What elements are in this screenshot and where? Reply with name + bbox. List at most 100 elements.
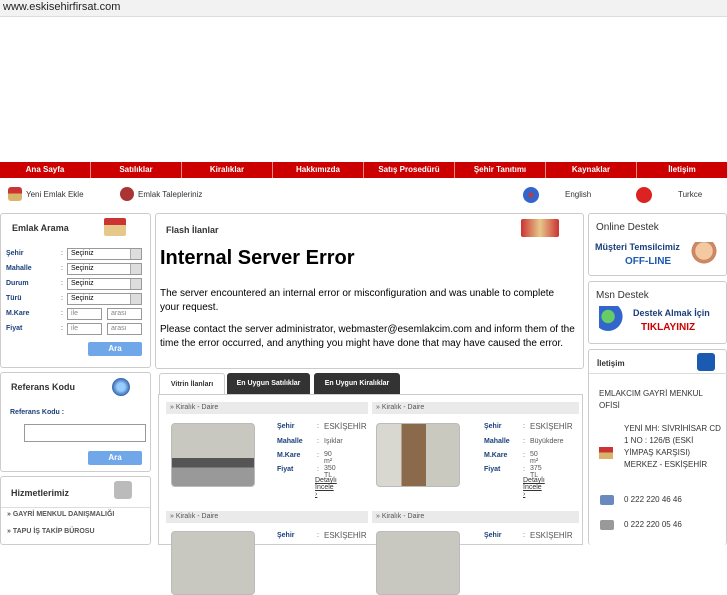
- msn-line1: Destek Almak İçin: [633, 308, 710, 318]
- sqm-max-input[interactable]: arası: [107, 308, 142, 320]
- detail-link[interactable]: Detaylı İncele ›: [523, 477, 545, 498]
- phone-icon: [600, 495, 614, 505]
- nav-contact[interactable]: İletişim: [637, 162, 727, 178]
- price-min-input[interactable]: ile: [67, 323, 102, 335]
- msn-cta: TIKLAYINIZ: [641, 322, 696, 333]
- field-label: Şehir: [484, 423, 502, 430]
- fax-number: 0 222 220 05 46: [624, 520, 682, 529]
- contact-panel: İletişim EMLAKCIM GAYRİ MENKUL OFİSİ YEN…: [588, 349, 727, 545]
- error-title: Internal Server Error: [160, 247, 355, 269]
- listing-photo[interactable]: [171, 531, 255, 595]
- msn-icon: [599, 306, 625, 336]
- reference-search-button[interactable]: Ara: [88, 451, 142, 465]
- online-support-panel[interactable]: Online Destek Müşteri Temsilcimiz OFF-LI…: [588, 213, 727, 276]
- new-listing-link[interactable]: Yeni Emlak Ekle: [8, 187, 84, 201]
- turkish-link[interactable]: [636, 187, 652, 203]
- field-label: Şehir: [277, 532, 295, 539]
- house-icon: [599, 447, 613, 459]
- listing-header: » Kiralık - Daire: [166, 511, 368, 523]
- detail-label: Detaylı İncele: [523, 477, 545, 491]
- main-nav: Ana Sayfa Satılıklar Kiralıklar Hakkımız…: [0, 162, 727, 178]
- msn-support-title: Msn Destek: [596, 290, 649, 301]
- listing-type: Kiralık - Daire: [381, 404, 425, 411]
- nav-sale[interactable]: Satılıklar: [91, 162, 182, 178]
- city-value: ESKİŞEHİR: [530, 531, 573, 540]
- sqm-value: 90 m²: [324, 451, 333, 465]
- uk-flag-icon: [523, 187, 539, 203]
- nav-resources[interactable]: Kaynaklar: [546, 162, 637, 178]
- colon: :: [523, 452, 525, 459]
- district-value: Büyükdere: [530, 438, 564, 445]
- online-status: OFF-LINE: [625, 256, 672, 267]
- search-title: Emlak Arama: [12, 223, 69, 233]
- price-max-input[interactable]: arası: [107, 323, 142, 335]
- sqm-min-input[interactable]: ile: [67, 308, 102, 320]
- sqm-label: M.Kare: [6, 310, 30, 317]
- nav-home[interactable]: Ana Sayfa: [0, 162, 91, 178]
- colon: :: [317, 532, 319, 539]
- search-panel: Emlak Arama Şehir : Seçiniz Mahalle : Se…: [0, 213, 151, 368]
- service-item[interactable]: » TAPU İŞ TAKİP BÜROSU: [7, 528, 95, 535]
- reference-input[interactable]: [24, 424, 146, 442]
- contact-title: İletişim: [597, 359, 625, 368]
- phone-number: 0 222 220 46 46: [624, 495, 682, 504]
- colon: :: [61, 250, 63, 257]
- city-label: Şehir: [6, 250, 24, 257]
- english-link[interactable]: [523, 187, 539, 203]
- nav-procedure[interactable]: Satış Prosedürü: [364, 162, 455, 178]
- listing-photo[interactable]: [376, 423, 460, 487]
- msn-support-panel[interactable]: Msn Destek Destek Almak İçin TIKLAYINIZ: [588, 281, 727, 344]
- colon: :: [317, 452, 319, 459]
- colon: :: [523, 532, 525, 539]
- field-label: M.Kare: [484, 452, 508, 459]
- tab-sale[interactable]: En Uygun Satılıklar: [227, 373, 310, 394]
- field-label: Mahalle: [277, 438, 303, 445]
- reference-title: Referans Kodu: [11, 382, 76, 392]
- city-value: ESKİŞEHİR: [530, 422, 573, 431]
- field-label: M.Kare: [277, 452, 301, 459]
- nav-city[interactable]: Şehir Tanıtımı: [455, 162, 546, 178]
- bag-icon: [120, 187, 134, 201]
- listing-photo[interactable]: [376, 531, 460, 595]
- reference-label: Referans Kodu :: [10, 409, 65, 416]
- type-label: Türü: [6, 295, 22, 302]
- error-contact: Please contact the server administrator,…: [160, 324, 575, 349]
- tab-rent[interactable]: En Uygun Kiralıklar: [314, 373, 400, 394]
- sqm-value: 50 m²: [530, 451, 539, 465]
- fax-icon: [600, 520, 614, 530]
- district-select[interactable]: Seçiniz: [67, 263, 142, 275]
- status-label: Durum: [6, 280, 29, 287]
- listing-photo[interactable]: [171, 423, 255, 487]
- listing-header: » Kiralık - Daire: [372, 402, 579, 414]
- city-value: ESKİŞEHİR: [324, 422, 367, 431]
- colon: :: [523, 466, 525, 473]
- listing-header: » Kiralık - Daire: [166, 402, 368, 414]
- listing-header: » Kiralık - Daire: [372, 511, 579, 523]
- nav-about[interactable]: Hakkımızda: [273, 162, 364, 178]
- service-item[interactable]: » GAYRİ MENKUL DANIŞMALIĞI: [7, 511, 114, 518]
- address: YENİ MH: SİVRİHİSAR CD 1 NO : 126/B (ESK…: [624, 424, 721, 469]
- flash-title: Flash İlanlar: [166, 225, 219, 235]
- search-button[interactable]: Ara: [88, 342, 142, 356]
- house-search-icon: [104, 218, 126, 236]
- services-title: Hizmetlerimiz: [11, 488, 70, 498]
- city-select[interactable]: Seçiniz: [67, 248, 142, 260]
- detail-label: Detaylı İncele: [315, 477, 337, 491]
- colon: :: [61, 325, 63, 332]
- field-label: Mahalle: [484, 438, 510, 445]
- type-select[interactable]: Seçiniz: [67, 293, 142, 305]
- listing-type: Kiralık - Daire: [381, 513, 425, 520]
- turkish-label[interactable]: Turkce: [678, 190, 702, 199]
- requests-link[interactable]: Emlak Talepleriniz: [120, 187, 202, 201]
- tab-showcase[interactable]: Vitrin İlanları: [159, 373, 225, 394]
- nav-rent[interactable]: Kiralıklar: [182, 162, 273, 178]
- field-label: Fiyat: [277, 466, 294, 473]
- online-line1: Müşteri Temsilcimiz: [595, 242, 680, 252]
- district-value: Işıklar: [324, 438, 343, 445]
- english-label[interactable]: English: [565, 190, 591, 199]
- agent-avatar-icon: [691, 242, 717, 272]
- colon: :: [317, 438, 319, 445]
- phone-box-icon: [697, 353, 715, 371]
- status-select[interactable]: Seçiniz: [67, 278, 142, 290]
- detail-link[interactable]: Detaylı İncele ›: [315, 477, 337, 498]
